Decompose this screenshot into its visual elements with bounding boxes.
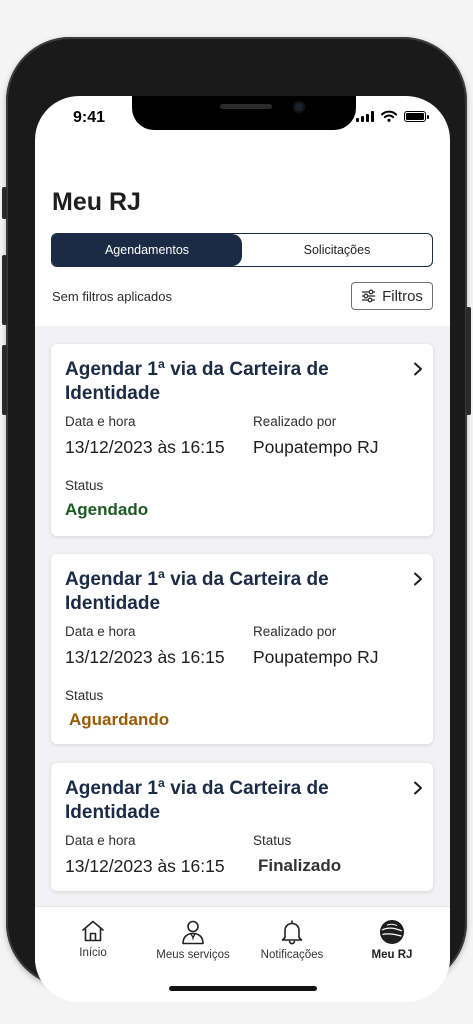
date-value: 13/12/2023 às 16:15	[65, 437, 225, 457]
battery-icon	[404, 110, 429, 122]
chevron-right-icon[interactable]	[413, 781, 423, 795]
tabbar-item-inicio[interactable]: Início	[43, 919, 143, 959]
status-value: Finalizado	[258, 856, 342, 875]
chevron-right-icon[interactable]	[413, 362, 423, 376]
volume-down-button	[2, 345, 7, 415]
card-title: Agendar 1ª via da Carteira de Identidade	[65, 359, 329, 404]
home-icon	[82, 920, 104, 942]
sliders-icon	[362, 289, 376, 303]
volume-up-button	[2, 255, 7, 325]
screen: 9:41 Meu RJ Agendamentos Solicitações Se…	[35, 96, 450, 1002]
tab-agendamentos[interactable]: Agendamentos	[52, 234, 242, 266]
front-camera	[293, 101, 305, 113]
date-value: 13/12/2023 às 16:15	[65, 647, 225, 667]
chevron-right-icon[interactable]	[413, 572, 423, 586]
filters-button[interactable]: Filtros	[351, 282, 433, 310]
performed-by-label: Realizado por	[253, 414, 337, 429]
tabbar-label: Início	[79, 947, 107, 959]
cellular-signal-icon	[356, 110, 374, 122]
phone-frame: 9:41 Meu RJ Agendamentos Solicitações Se…	[2, 37, 471, 1002]
date-value: 13/12/2023 às 16:15	[65, 856, 225, 876]
appointments-list: Agendar 1ª via da Carteira de Identidade…	[35, 326, 450, 906]
date-label: Data e hora	[65, 414, 136, 429]
date-label: Data e hora	[65, 833, 136, 848]
services-person-icon	[182, 920, 204, 945]
tabbar-item-notificacoes[interactable]: Notificações	[242, 919, 342, 961]
status-label: Status	[253, 833, 292, 848]
mute-switch	[2, 187, 7, 219]
page-title: Meu RJ	[52, 188, 141, 216]
appointment-card[interactable]: Agendar 1ª via da Carteira de Identidade…	[51, 554, 433, 744]
notch	[132, 96, 356, 130]
status-label: Status	[65, 478, 104, 493]
performed-by-label: Realizado por	[253, 624, 337, 639]
status-value: Aguardando	[69, 710, 170, 729]
segmented-control: Agendamentos Solicitações	[51, 233, 433, 267]
card-title: Agendar 1ª via da Carteira de Identidade	[65, 569, 329, 614]
appointment-card[interactable]: Agendar 1ª via da Carteira de Identidade…	[51, 344, 433, 536]
date-label: Data e hora	[65, 624, 136, 639]
status-value: Agendado	[65, 500, 149, 519]
status-time: 9:41	[73, 109, 106, 126]
tabbar-label: Meus serviços	[156, 949, 230, 961]
appointment-card[interactable]: Agendar 1ª via da Carteira de Identidade…	[51, 763, 433, 891]
status-label: Status	[65, 688, 104, 703]
status-icons	[356, 110, 429, 122]
performed-by-value: Poupatempo RJ	[253, 647, 379, 667]
bell-icon	[281, 920, 303, 945]
tabbar-label: Meu RJ	[371, 949, 413, 961]
tabbar-item-meus-servicos[interactable]: Meus serviços	[143, 919, 243, 961]
filter-status-text: Sem filtros aplicados	[52, 289, 172, 304]
power-button	[466, 307, 471, 415]
speaker	[220, 104, 272, 109]
home-indicator[interactable]	[169, 986, 317, 991]
rj-globe-icon	[380, 920, 404, 944]
tab-solicitacoes[interactable]: Solicitações	[242, 234, 432, 266]
tabbar-item-meu-rj[interactable]: Meu RJ	[342, 919, 442, 961]
tabbar-label: Notificações	[260, 949, 324, 961]
card-title: Agendar 1ª via da Carteira de Identidade	[65, 778, 329, 823]
performed-by-value: Poupatempo RJ	[253, 437, 379, 457]
filters-button-label: Filtros	[382, 287, 423, 305]
wifi-icon	[381, 110, 397, 122]
